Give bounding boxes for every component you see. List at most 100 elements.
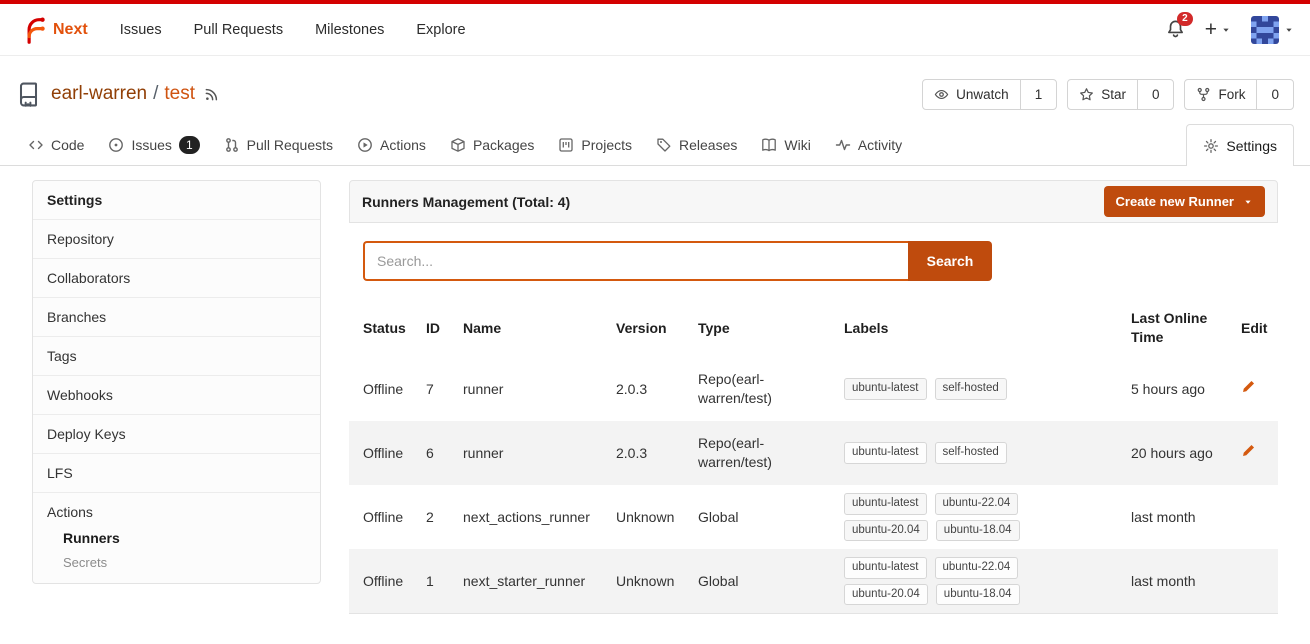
panel-header: Runners Management (Total: 4) Create new…	[349, 180, 1278, 223]
search-button[interactable]: Search	[908, 241, 992, 281]
runner-version: Unknown	[616, 572, 698, 591]
fork-button[interactable]: Fork	[1185, 80, 1256, 109]
col-id: ID	[426, 319, 463, 338]
pencil-icon	[1241, 443, 1256, 458]
create-runner-label: Create new Runner	[1116, 194, 1234, 209]
col-labels: Labels	[844, 319, 1131, 338]
star-label: Star	[1101, 87, 1126, 102]
col-version: Version	[616, 319, 698, 338]
runner-version: Unknown	[616, 508, 698, 527]
runner-name: runner	[463, 444, 616, 463]
label-chip: ubuntu-latest	[844, 442, 927, 464]
edit-runner-button[interactable]	[1241, 379, 1256, 394]
runner-id: 1	[426, 572, 463, 591]
edit-runner-button[interactable]	[1241, 443, 1256, 458]
tab-label: Pull Requests	[247, 137, 333, 153]
sidebar-item-actions[interactable]: Actions Runners Secrets	[33, 492, 320, 583]
book-icon	[761, 137, 777, 153]
sidebar-item-deploy-keys[interactable]: Deploy Keys	[33, 414, 320, 453]
runners-table-body: Offline 7 runner 2.0.3 Repo(earl-warren/…	[349, 357, 1278, 614]
tab-label: Wiki	[784, 137, 810, 153]
create-menu-button[interactable]: +	[1205, 19, 1231, 40]
repo-name-link[interactable]: test	[164, 83, 195, 105]
nav-item-pull-requests[interactable]: Pull Requests	[178, 22, 299, 38]
sidebar-subitem-secrets[interactable]: Secrets	[47, 555, 306, 570]
sidebar-item-branches[interactable]: Branches	[33, 297, 320, 336]
pulse-icon	[835, 137, 851, 153]
tab-label: Activity	[858, 137, 902, 153]
label-chip: ubuntu-18.04	[936, 520, 1020, 542]
avatar	[1251, 16, 1279, 44]
forgejo-logo[interactable]	[16, 15, 46, 45]
sidebar-item-repository[interactable]: Repository	[33, 219, 320, 258]
nav-item-milestones[interactable]: Milestones	[299, 22, 400, 38]
table-row: Offline 6 runner 2.0.3 Repo(earl-warren/…	[349, 421, 1278, 485]
search-input[interactable]	[363, 241, 908, 281]
create-runner-button[interactable]: Create new Runner	[1104, 186, 1265, 217]
sidebar-item-tags[interactable]: Tags	[33, 336, 320, 375]
runner-last-online: 5 hours ago	[1131, 380, 1241, 399]
brand-label[interactable]: Next	[53, 21, 88, 39]
forks-count[interactable]: 0	[1256, 80, 1293, 109]
stars-count[interactable]: 0	[1137, 80, 1174, 109]
page-title: Runners Management (Total: 4)	[362, 194, 570, 210]
tab-issues[interactable]: Issues 1	[96, 124, 211, 166]
runner-labels: ubuntu-latest self-hosted	[844, 378, 1049, 400]
code-icon	[28, 137, 44, 153]
star-button-group: Star 0	[1067, 79, 1174, 110]
runner-version: 2.0.3	[616, 444, 698, 463]
tab-activity[interactable]: Activity	[823, 124, 914, 166]
tab-packages[interactable]: Packages	[438, 124, 546, 166]
nav-item-explore[interactable]: Explore	[400, 22, 481, 38]
rss-icon	[204, 87, 219, 102]
table-row: Offline 1 next_starter_runner Unknown Gl…	[349, 549, 1278, 613]
sidebar-item-lfs[interactable]: LFS	[33, 453, 320, 492]
tab-code[interactable]: Code	[16, 124, 96, 166]
eye-icon	[934, 87, 949, 102]
tab-wiki[interactable]: Wiki	[749, 124, 822, 166]
label-chip: ubuntu-latest	[844, 557, 927, 579]
notifications-button[interactable]: 2	[1166, 19, 1185, 41]
star-button[interactable]: Star	[1068, 80, 1137, 109]
sidebar-title: Settings	[33, 181, 320, 219]
tag-icon	[656, 137, 672, 153]
notification-count-badge: 2	[1177, 12, 1193, 26]
tab-pull-requests[interactable]: Pull Requests	[212, 124, 345, 166]
tab-releases[interactable]: Releases	[644, 124, 749, 166]
runner-status: Offline	[363, 444, 426, 463]
tab-label: Packages	[473, 137, 534, 153]
col-edit: Edit	[1241, 319, 1277, 338]
tab-settings[interactable]: Settings	[1186, 124, 1294, 166]
unwatch-button[interactable]: Unwatch	[923, 80, 1020, 109]
sidebar-item-collaborators[interactable]: Collaborators	[33, 258, 320, 297]
runner-status: Offline	[363, 572, 426, 591]
tab-label: Code	[51, 137, 84, 153]
chevron-down-icon	[1221, 25, 1231, 35]
runner-type: Repo(earl-warren/test)	[698, 370, 844, 408]
tab-projects[interactable]: Projects	[546, 124, 644, 166]
runner-last-online: last month	[1131, 572, 1241, 591]
package-icon	[450, 137, 466, 153]
unwatch-label: Unwatch	[956, 87, 1009, 102]
runner-last-online: 20 hours ago	[1131, 444, 1241, 463]
sidebar-subitem-runners[interactable]: Runners	[47, 530, 306, 546]
issues-count-badge: 1	[179, 136, 200, 154]
watchers-count[interactable]: 1	[1020, 80, 1057, 109]
rss-feed-button[interactable]	[204, 87, 219, 102]
table-row: Offline 2 next_actions_runner Unknown Gl…	[349, 485, 1278, 549]
runner-labels: ubuntu-latest self-hosted	[844, 442, 1049, 464]
label-chip: self-hosted	[935, 442, 1007, 464]
user-menu-button[interactable]	[1251, 16, 1294, 44]
runner-name: runner	[463, 380, 616, 399]
issue-icon	[108, 137, 124, 153]
forgejo-logo-icon	[16, 15, 46, 45]
project-board-icon	[558, 137, 574, 153]
fork-label: Fork	[1218, 87, 1245, 102]
sidebar-item-webhooks[interactable]: Webhooks	[33, 375, 320, 414]
runner-name: next_starter_runner	[463, 572, 616, 591]
tab-label: Projects	[581, 137, 632, 153]
nav-item-issues[interactable]: Issues	[104, 22, 178, 38]
repo-owner-link[interactable]: earl-warren	[51, 83, 147, 105]
watch-button-group: Unwatch 1	[922, 79, 1057, 110]
tab-actions[interactable]: Actions	[345, 124, 438, 166]
